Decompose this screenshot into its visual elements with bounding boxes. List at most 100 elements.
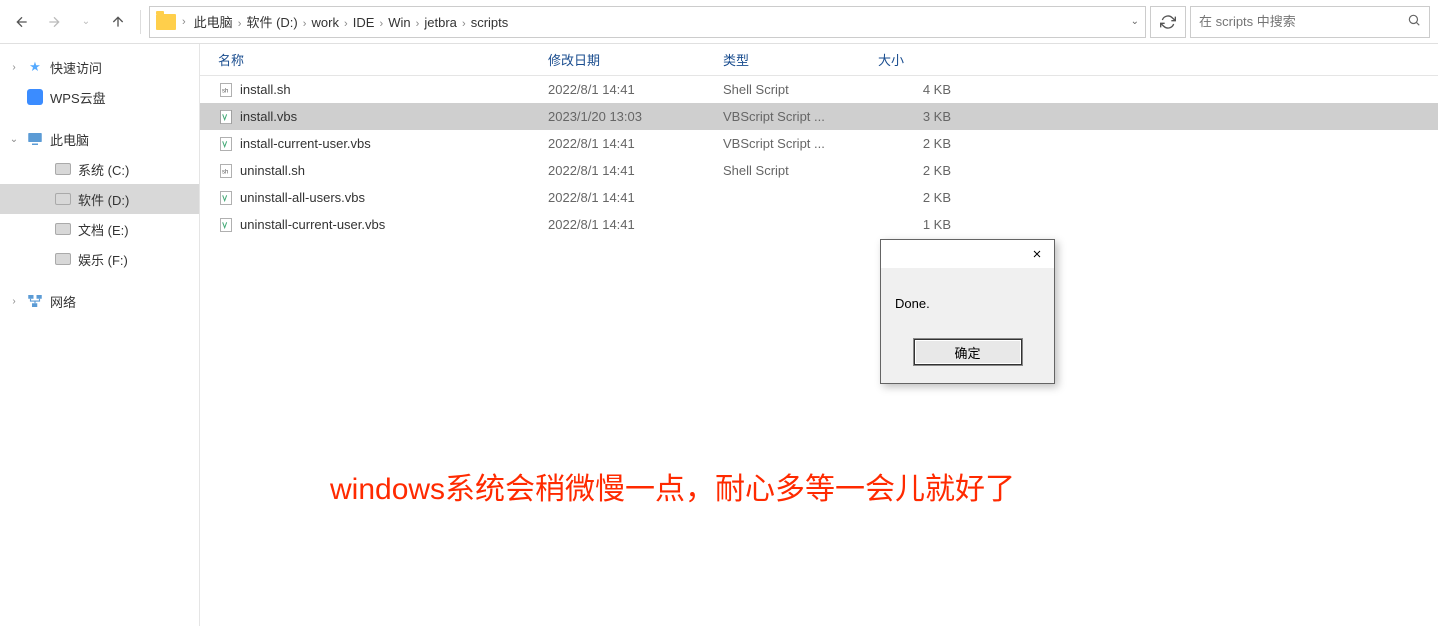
dialog-message: Done. — [881, 268, 1054, 327]
file-size: 2 KB — [878, 163, 963, 178]
chevron-icon: › — [8, 296, 20, 307]
file-type: Shell Script — [723, 163, 878, 178]
file-name: uninstall.sh — [240, 163, 305, 178]
chevron-right-icon: › — [300, 18, 310, 30]
file-row[interactable]: sh install.sh 2022/8/1 14:41Shell Script4 … — [200, 76, 1438, 103]
sidebar-item-label: 娱乐 (F:) — [78, 250, 128, 269]
file-row[interactable]: install.vbs 2023/1/20 13:03VBScript Scrip… — [200, 103, 1438, 130]
back-button[interactable] — [8, 8, 36, 36]
toolbar: ⌄ › 此电脑 › 软件 (D:) › work › IDE › Win › j… — [0, 0, 1438, 44]
file-size: 2 KB — [878, 190, 963, 205]
file-date: 2022/8/1 14:41 — [548, 217, 723, 232]
folder-icon — [156, 14, 176, 30]
drive-icon — [54, 250, 72, 268]
search-icon[interactable] — [1407, 13, 1421, 30]
sidebar-item-label: 文档 (E:) — [78, 220, 129, 239]
file-size: 2 KB — [878, 136, 963, 151]
svg-text:sh: sh — [222, 169, 228, 175]
file-type: VBScript Script ... — [723, 109, 878, 124]
pc-icon — [26, 130, 44, 148]
breadcrumb-segment[interactable]: 软件 (D:) — [244, 13, 299, 32]
column-date[interactable]: 修改日期 — [548, 50, 723, 69]
sidebar-item[interactable]: WPS云盘 — [0, 82, 199, 112]
dialog-titlebar — [881, 240, 1054, 268]
file-size: 4 KB — [878, 82, 963, 97]
file-icon: sh — [218, 82, 234, 98]
file-date: 2022/8/1 14:41 — [548, 190, 723, 205]
file-icon: sh — [218, 163, 234, 179]
file-date: 2022/8/1 14:41 — [548, 82, 723, 97]
sidebar-item[interactable]: 系统 (C:) — [0, 154, 199, 184]
file-name: uninstall-all-users.vbs — [240, 190, 365, 205]
file-date: 2022/8/1 14:41 — [548, 136, 723, 151]
file-type: VBScript Script ... — [723, 136, 878, 151]
breadcrumb-segment[interactable]: IDE — [351, 13, 377, 32]
drive-icon — [54, 160, 72, 178]
chevron-right-icon: › — [182, 16, 186, 28]
column-type[interactable]: 类型 — [723, 50, 878, 69]
sidebar: › ★ 快速访问 WPS云盘 ⌄ 此电脑系统 (C:) 软件 (D:) 文档 (E:) 娱乐 (… — [0, 44, 200, 626]
annotation-text: windows系统会稍微慢一点，耐心多等一会儿就好了 — [330, 464, 1015, 508]
search-box[interactable] — [1190, 6, 1430, 38]
star-icon: ★ — [26, 58, 44, 76]
sidebar-item-label: 系统 (C:) — [78, 160, 129, 179]
file-icon — [218, 136, 234, 152]
file-row[interactable]: uninstall-all-users.vbs 2022/8/1 14:41 2 K… — [200, 184, 1438, 211]
breadcrumb-segment[interactable]: 此电脑 — [192, 13, 235, 32]
sidebar-item[interactable]: 软件 (D:) — [0, 184, 199, 214]
sidebar-item[interactable]: 文档 (E:) — [0, 214, 199, 244]
chevron-down-icon[interactable]: ⌄ — [1131, 16, 1139, 27]
column-headers: 名称 修改日期 类型 大小 — [200, 44, 1438, 76]
sidebar-item-label: 快速访问 — [50, 58, 102, 77]
chevron-right-icon: › — [376, 18, 386, 30]
file-name: install-current-user.vbs — [240, 136, 371, 151]
chevron-icon: ⌄ — [8, 134, 20, 145]
breadcrumb[interactable]: › 此电脑 › 软件 (D:) › work › IDE › Win › jet… — [149, 6, 1146, 38]
breadcrumb-segment[interactable]: work — [310, 13, 341, 32]
column-size[interactable]: 大小 — [878, 50, 963, 69]
breadcrumb-segment[interactable]: jetbra — [422, 13, 459, 32]
sidebar-item-label: 此电脑 — [50, 130, 89, 149]
file-name: install.vbs — [240, 109, 297, 124]
file-list-pane: 名称 修改日期 类型 大小 sh install.sh 2022/8/1 14:41… — [200, 44, 1438, 626]
chevron-right-icon: › — [235, 18, 245, 30]
file-name: uninstall-current-user.vbs — [240, 217, 385, 232]
net-icon — [26, 292, 44, 310]
up-button[interactable] — [104, 8, 132, 36]
sidebar-item-label: 网络 — [50, 292, 76, 311]
recent-dropdown[interactable]: ⌄ — [72, 8, 100, 36]
file-row[interactable]: sh uninstall.sh 2022/8/1 14:41Shell Script… — [200, 157, 1438, 184]
column-name[interactable]: 名称 — [218, 50, 548, 69]
forward-button[interactable] — [40, 8, 68, 36]
file-type: Shell Script — [723, 82, 878, 97]
file-icon — [218, 217, 234, 233]
sidebar-item[interactable]: › 网络 — [0, 286, 199, 316]
file-row[interactable]: uninstall-current-user.vbs 2022/8/1 14:41… — [200, 211, 1438, 238]
chevron-right-icon: › — [459, 18, 469, 30]
wps-icon — [26, 88, 44, 106]
sidebar-item[interactable]: ⌄ 此电脑 — [0, 124, 199, 154]
breadcrumb-segment[interactable]: scripts — [469, 13, 511, 32]
close-icon[interactable] — [1026, 243, 1048, 265]
breadcrumb-segment[interactable]: Win — [386, 13, 412, 32]
dialog-footer: 确定 — [881, 327, 1054, 383]
svg-text:sh: sh — [222, 88, 228, 94]
file-date: 2023/1/20 13:03 — [548, 109, 723, 124]
file-date: 2022/8/1 14:41 — [548, 163, 723, 178]
sidebar-item[interactable]: 娱乐 (F:) — [0, 244, 199, 274]
chevron-right-icon: › — [413, 18, 423, 30]
message-dialog: Done. 确定 — [880, 239, 1055, 384]
search-input[interactable] — [1199, 14, 1407, 29]
chevron-right-icon: › — [341, 18, 351, 30]
file-icon — [218, 109, 234, 125]
file-size: 1 KB — [878, 217, 963, 232]
sidebar-item-label: WPS云盘 — [50, 88, 106, 107]
file-row[interactable]: install-current-user.vbs 2022/8/1 14:41VB… — [200, 130, 1438, 157]
sidebar-item[interactable]: › ★ 快速访问 — [0, 52, 199, 82]
chevron-icon: › — [8, 62, 20, 73]
refresh-button[interactable] — [1150, 6, 1186, 38]
sidebar-item-label: 软件 (D:) — [78, 190, 129, 209]
file-name: install.sh — [240, 82, 291, 97]
divider — [140, 10, 141, 34]
ok-button[interactable]: 确定 — [914, 339, 1022, 365]
